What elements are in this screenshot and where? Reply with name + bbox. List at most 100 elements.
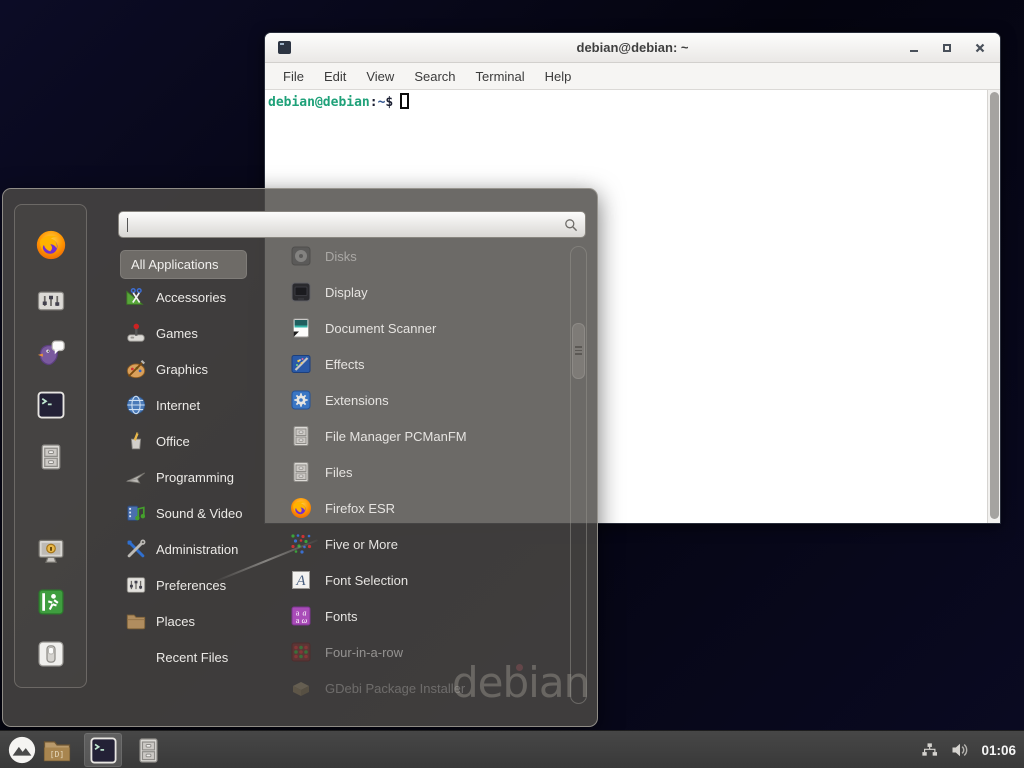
favorite-firefox[interactable]: [34, 228, 68, 262]
category-accessories[interactable]: Accessories: [120, 279, 278, 315]
maximize-button[interactable]: [940, 42, 953, 55]
menu-edit[interactable]: Edit: [314, 65, 356, 88]
terminal-menubar: File Edit View Search Terminal Help: [265, 63, 1000, 90]
terminal-titlebar[interactable]: debian@debian: ~: [265, 33, 1000, 63]
category-label: Recent Files: [156, 650, 228, 665]
category-games[interactable]: Games: [120, 315, 278, 351]
taskbar-file-manager-launcher[interactable]: [D]: [40, 733, 74, 767]
category-sound-video[interactable]: Sound & Video: [120, 495, 278, 531]
app-firefox-esr[interactable]: Firefox ESR: [283, 490, 565, 526]
fonts-icon: aaaω: [289, 604, 313, 628]
menu-view[interactable]: View: [356, 65, 404, 88]
svg-text:ω: ω: [302, 616, 308, 625]
internet-icon: [125, 394, 147, 416]
app-file-manager-pcmanfm[interactable]: File Manager PCManFM: [283, 418, 565, 454]
category-recent-files[interactable]: Recent Files: [120, 639, 278, 675]
preferences-icon: [125, 574, 147, 596]
gdebi-icon: [289, 676, 313, 700]
category-label: Administration: [156, 542, 238, 557]
app-effects[interactable]: Effects: [283, 346, 565, 382]
programming-icon: [125, 466, 147, 488]
app-five-or-more[interactable]: Five or More: [283, 526, 565, 562]
favorite-shutdown[interactable]: [34, 637, 68, 671]
svg-text:a: a: [296, 616, 300, 625]
search-icon: [563, 217, 579, 233]
search-input[interactable]: [127, 215, 557, 234]
category-graphics[interactable]: Graphics: [120, 351, 278, 387]
minimize-icon: [910, 50, 918, 53]
svg-text:[D]: [D]: [50, 749, 65, 759]
menu-scrollbar-track[interactable]: [570, 246, 587, 704]
app-document-scanner[interactable]: Document Scanner: [283, 310, 565, 346]
app-fonts[interactable]: aaaω Fonts: [283, 598, 565, 634]
app-label: Five or More: [325, 537, 398, 552]
app-label: Disks: [325, 249, 357, 264]
app-files[interactable]: Files: [283, 454, 565, 490]
app-label: Four-in-a-row: [325, 645, 403, 660]
file-cabinet-icon: [289, 424, 313, 448]
terminal-icon: [89, 736, 118, 765]
favorite-files[interactable]: [34, 440, 68, 474]
favorite-pidgin[interactable]: [34, 336, 68, 370]
taskbar-menu-button[interactable]: [5, 733, 39, 767]
app-label: Effects: [325, 357, 365, 372]
menu-scrollbar-thumb[interactable]: [572, 323, 585, 379]
taskbar-files-launcher[interactable]: [131, 733, 165, 767]
category-label: Office: [156, 434, 190, 449]
app-label: Document Scanner: [325, 321, 436, 336]
app-four-in-a-row[interactable]: Four-in-a-row: [283, 634, 565, 670]
favorite-log-out[interactable]: [34, 585, 68, 619]
volume-icon[interactable]: [950, 740, 970, 760]
menu-terminal[interactable]: Terminal: [466, 65, 535, 88]
app-label: Files: [325, 465, 352, 480]
favorite-lock-screen[interactable]: [34, 534, 68, 568]
category-internet[interactable]: Internet: [120, 387, 278, 423]
category-preferences[interactable]: Preferences: [120, 567, 278, 603]
category-label: Accessories: [156, 290, 226, 305]
pidgin-icon: [36, 338, 66, 368]
shell-prompt-line: debian@debian:~$: [265, 90, 1000, 110]
four-in-a-row-icon: [289, 640, 313, 664]
application-menu: All Applications Accessories Games Graph…: [2, 188, 598, 727]
control-center-icon: [36, 286, 66, 316]
app-label: Extensions: [325, 393, 389, 408]
category-all-applications[interactable]: All Applications: [120, 250, 247, 279]
terminal-cursor: [400, 93, 409, 109]
document-scanner-icon: [289, 316, 313, 340]
category-office[interactable]: Office: [120, 423, 278, 459]
places-icon: [125, 610, 147, 632]
category-programming[interactable]: Programming: [120, 459, 278, 495]
taskbar-terminal-window-button[interactable]: [84, 733, 122, 767]
favorite-terminal[interactable]: [34, 388, 68, 422]
text-caret: [127, 218, 128, 232]
menu-search[interactable]: Search: [404, 65, 465, 88]
taskbar-clock[interactable]: 01:06: [981, 743, 1016, 758]
search-box[interactable]: [118, 211, 586, 238]
menu-help[interactable]: Help: [535, 65, 582, 88]
close-icon: [975, 43, 985, 53]
favorite-control-center[interactable]: [34, 284, 68, 318]
category-places[interactable]: Places: [120, 603, 278, 639]
close-button[interactable]: [973, 42, 986, 55]
svg-text:A: A: [295, 573, 306, 589]
category-administration[interactable]: Administration: [120, 531, 278, 567]
terminal-scrollbar-track[interactable]: [987, 90, 1000, 523]
file-cabinet-icon: [289, 460, 313, 484]
app-extensions[interactable]: Extensions: [283, 382, 565, 418]
app-label: Font Selection: [325, 573, 408, 588]
app-label: Firefox ESR: [325, 501, 395, 516]
desktop: debian debian@debian: ~ File Edit View S…: [0, 0, 1024, 768]
app-display[interactable]: Display: [283, 274, 565, 310]
category-label: Graphics: [156, 362, 208, 377]
maximize-icon: [943, 44, 951, 52]
app-disks[interactable]: Disks: [283, 238, 565, 274]
menu-file[interactable]: File: [273, 65, 314, 88]
accessories-icon: [125, 286, 147, 308]
app-font-selection[interactable]: A Font Selection: [283, 562, 565, 598]
minimize-button[interactable]: [907, 42, 920, 55]
terminal-scrollbar-thumb[interactable]: [990, 92, 999, 519]
lock-screen-icon: [36, 536, 66, 566]
favorites-column: [14, 204, 87, 688]
app-gdebi-package-installer[interactable]: GDebi Package Installer: [283, 670, 565, 706]
network-icon[interactable]: [920, 741, 939, 760]
